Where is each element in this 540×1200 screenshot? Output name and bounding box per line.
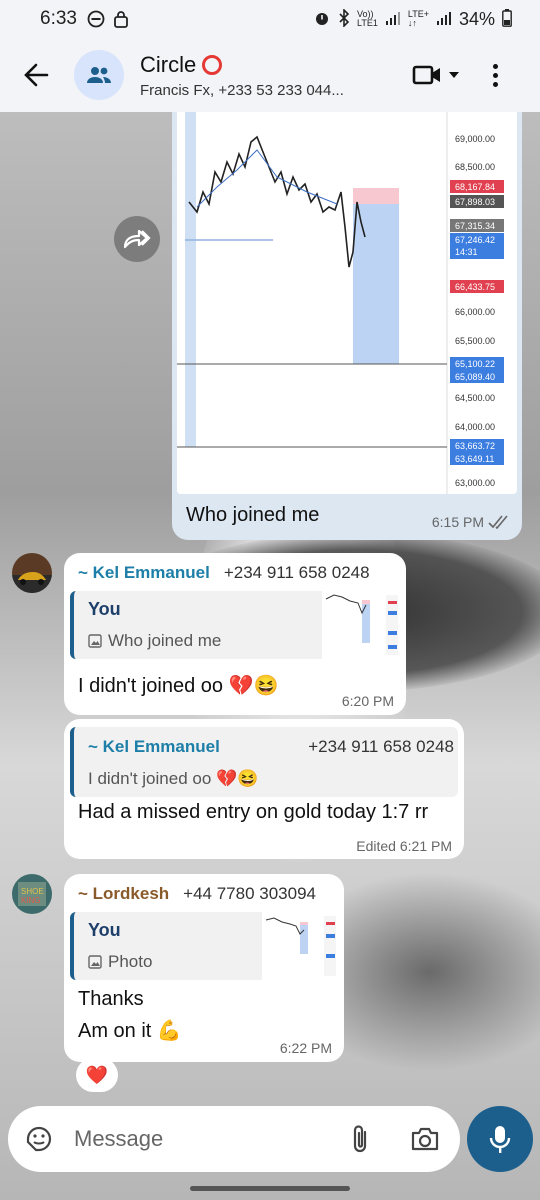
reply-preview[interactable]: You Photo (70, 912, 338, 980)
sender-phone: +44 7780 303094 (183, 884, 317, 903)
lte-indicator: LTE+ ↓↑ (407, 9, 429, 28)
chat-info[interactable]: Circle Francis Fx, +233 53 233 044... (140, 52, 390, 99)
battery-percent: 34% (458, 8, 495, 29)
svg-text:65,500.00: 65,500.00 (455, 336, 495, 346)
reply-thumbnail (322, 591, 400, 659)
incoming-message[interactable]: ~ Kel Emmanuel +234 911 658 0248 You Who… (64, 553, 406, 715)
sender-avatar-lordkesh[interactable]: SHOE KING (12, 874, 52, 914)
svg-text:63,649.11: 63,649.11 (455, 454, 494, 464)
battery-icon (502, 8, 512, 30)
reply-preview[interactable]: ~ Kel Emmanuel +234 911 658 0248 I didn'… (70, 727, 458, 797)
reply-author: You (88, 599, 121, 619)
message-time: 6:22 PM (279, 1040, 332, 1056)
message-text: Am on it 💪 (78, 1020, 182, 1042)
status-time: 6:33 (40, 8, 77, 29)
reply-author: You (88, 920, 121, 940)
incoming-message[interactable]: ~ Kel Emmanuel +234 911 658 0248 I didn'… (64, 719, 464, 859)
forward-button[interactable] (114, 216, 160, 262)
svg-text:64,000.00: 64,000.00 (455, 422, 495, 432)
svg-text:SHOE: SHOE (21, 887, 44, 896)
reply-preview[interactable]: You Who joined me (70, 591, 400, 659)
message-text: Who joined me (186, 504, 320, 526)
svg-text:66,000.00: 66,000.00 (455, 307, 495, 317)
svg-text:KING: KING (21, 896, 41, 905)
video-call-button[interactable] (412, 64, 460, 86)
chat-title: Circle (140, 52, 390, 78)
svg-text:63,000.00: 63,000.00 (455, 478, 495, 488)
photo-icon (88, 634, 102, 648)
lock-icon (113, 10, 129, 28)
home-indicator[interactable] (190, 1186, 350, 1191)
svg-text:68,167.84: 68,167.84 (455, 182, 495, 192)
svg-text:65,089.40: 65,089.40 (455, 372, 495, 382)
microphone-icon (489, 1126, 511, 1153)
camera-icon (411, 1127, 439, 1151)
reply-text: Photo (88, 952, 152, 972)
sticker-icon (26, 1126, 52, 1152)
svg-text:65,100.22: 65,100.22 (455, 359, 495, 369)
alarm-icon (313, 9, 331, 30)
arrow-left-icon (24, 63, 49, 87)
reply-text: Who joined me (88, 631, 221, 651)
reply-text: I didn't joined oo 💔😆 (88, 769, 259, 788)
group-icon (87, 67, 111, 83)
svg-text:67,315.34: 67,315.34 (455, 221, 495, 231)
do-not-disturb-icon (87, 10, 105, 28)
svg-text:69,000.00: 69,000.00 (455, 134, 495, 144)
sender-phone: +234 911 658 0248 (223, 563, 370, 582)
svg-text:14:31: 14:31 (455, 247, 478, 257)
video-camera-icon (412, 65, 440, 85)
voice-record-button[interactable] (467, 1106, 533, 1172)
message-time: 6:15 PM (432, 514, 510, 530)
message-input[interactable]: Message (74, 1126, 350, 1152)
bluetooth-icon (338, 7, 350, 30)
status-bar: 6:33 Vo)) LTE1 LTE+ ↓↑ 34% (0, 0, 540, 38)
sticker-button[interactable] (24, 1124, 54, 1154)
forward-icon (123, 229, 151, 249)
svg-text:63,663.72: 63,663.72 (455, 441, 495, 451)
more-options-button[interactable] (490, 63, 500, 87)
signal-icon-1 (385, 10, 401, 29)
svg-text:64,500.00: 64,500.00 (455, 393, 495, 403)
message-text: Thanks (78, 988, 144, 1010)
message-time: 6:20 PM (341, 693, 394, 709)
camera-button[interactable] (410, 1126, 440, 1152)
caret-down-icon (449, 72, 459, 78)
chat-participants: Francis Fx, +233 53 233 044... (140, 81, 344, 99)
heart-reaction[interactable]: ❤️ (76, 1058, 118, 1092)
sender-name[interactable]: ~ Kel Emmanuel (78, 563, 210, 583)
photo-icon (88, 955, 102, 969)
incoming-message[interactable]: ~ Lordkesh +44 7780 303094 You Photo Tha… (64, 874, 344, 1062)
outgoing-image-message[interactable]: 69,000.00 68,500.00 68,167.84 67,898.03 … (172, 112, 522, 540)
svg-text:67,246.42: 67,246.42 (455, 235, 495, 245)
volte-indicator: Vo)) LTE1 (357, 9, 378, 28)
paperclip-icon (353, 1125, 367, 1153)
double-check-icon (488, 515, 508, 529)
chart-screenshot-image[interactable]: 69,000.00 68,500.00 68,167.84 67,898.03 … (177, 112, 517, 494)
reply-author: ~ Kel Emmanuel (88, 737, 220, 756)
back-button[interactable] (14, 53, 58, 97)
chat-header: Circle Francis Fx, +233 53 233 044... (0, 38, 540, 112)
group-avatar[interactable] (74, 50, 124, 100)
message-time: Edited 6:21 PM (356, 838, 452, 854)
svg-text:66,433.75: 66,433.75 (455, 282, 495, 292)
sender-name[interactable]: ~ Lordkesh (78, 884, 169, 904)
red-circle-emoji (202, 54, 223, 75)
message-composer: Message (8, 1106, 460, 1172)
reply-phone: +234 911 658 0248 (308, 737, 454, 756)
attach-button[interactable] (350, 1124, 370, 1154)
reply-thumbnail (262, 912, 338, 980)
svg-text:68,500.00: 68,500.00 (455, 162, 495, 172)
sender-avatar-kel[interactable] (12, 553, 52, 593)
signal-icon-2 (436, 10, 452, 29)
message-text: Had a missed entry on gold today 1:7 rr (78, 801, 429, 823)
svg-text:67,898.03: 67,898.03 (455, 197, 495, 207)
message-text: I didn't joined oo 💔😆 (78, 675, 279, 697)
